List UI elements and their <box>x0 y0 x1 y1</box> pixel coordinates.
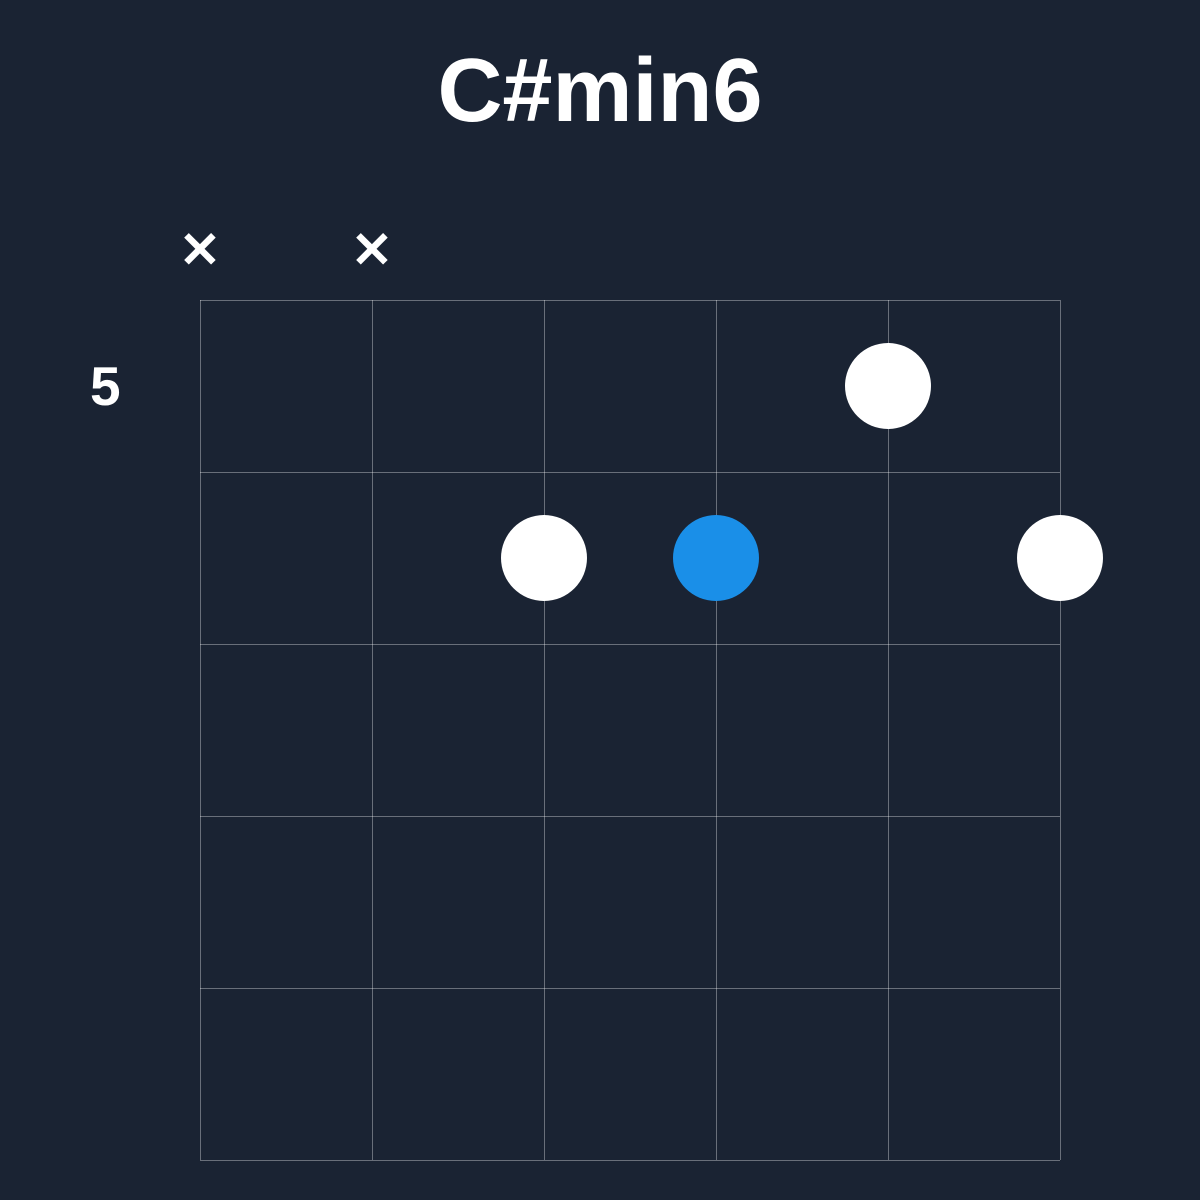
fret-line <box>200 644 1060 645</box>
root-note-dot <box>673 515 759 601</box>
mute-string-icon: ✕ <box>179 225 221 275</box>
string-line <box>200 300 201 1160</box>
string-line <box>544 300 545 1160</box>
string-line <box>372 300 373 1160</box>
fret-line <box>200 816 1060 817</box>
chord-diagram: C#min6 5 ✕ ✕ <box>0 0 1200 1200</box>
finger-dot <box>1017 515 1103 601</box>
fret-line <box>200 988 1060 989</box>
finger-dot <box>501 515 587 601</box>
fret-line <box>200 472 1060 473</box>
chord-title: C#min6 <box>0 40 1200 143</box>
fret-line <box>200 300 1060 301</box>
string-line <box>888 300 889 1160</box>
string-line <box>1060 300 1061 1160</box>
starting-fret-label: 5 <box>90 354 121 418</box>
mute-string-icon: ✕ <box>351 225 393 275</box>
string-line <box>716 300 717 1160</box>
fretboard-grid <box>200 300 1060 1160</box>
finger-dot <box>845 343 931 429</box>
fret-line <box>200 1160 1060 1161</box>
